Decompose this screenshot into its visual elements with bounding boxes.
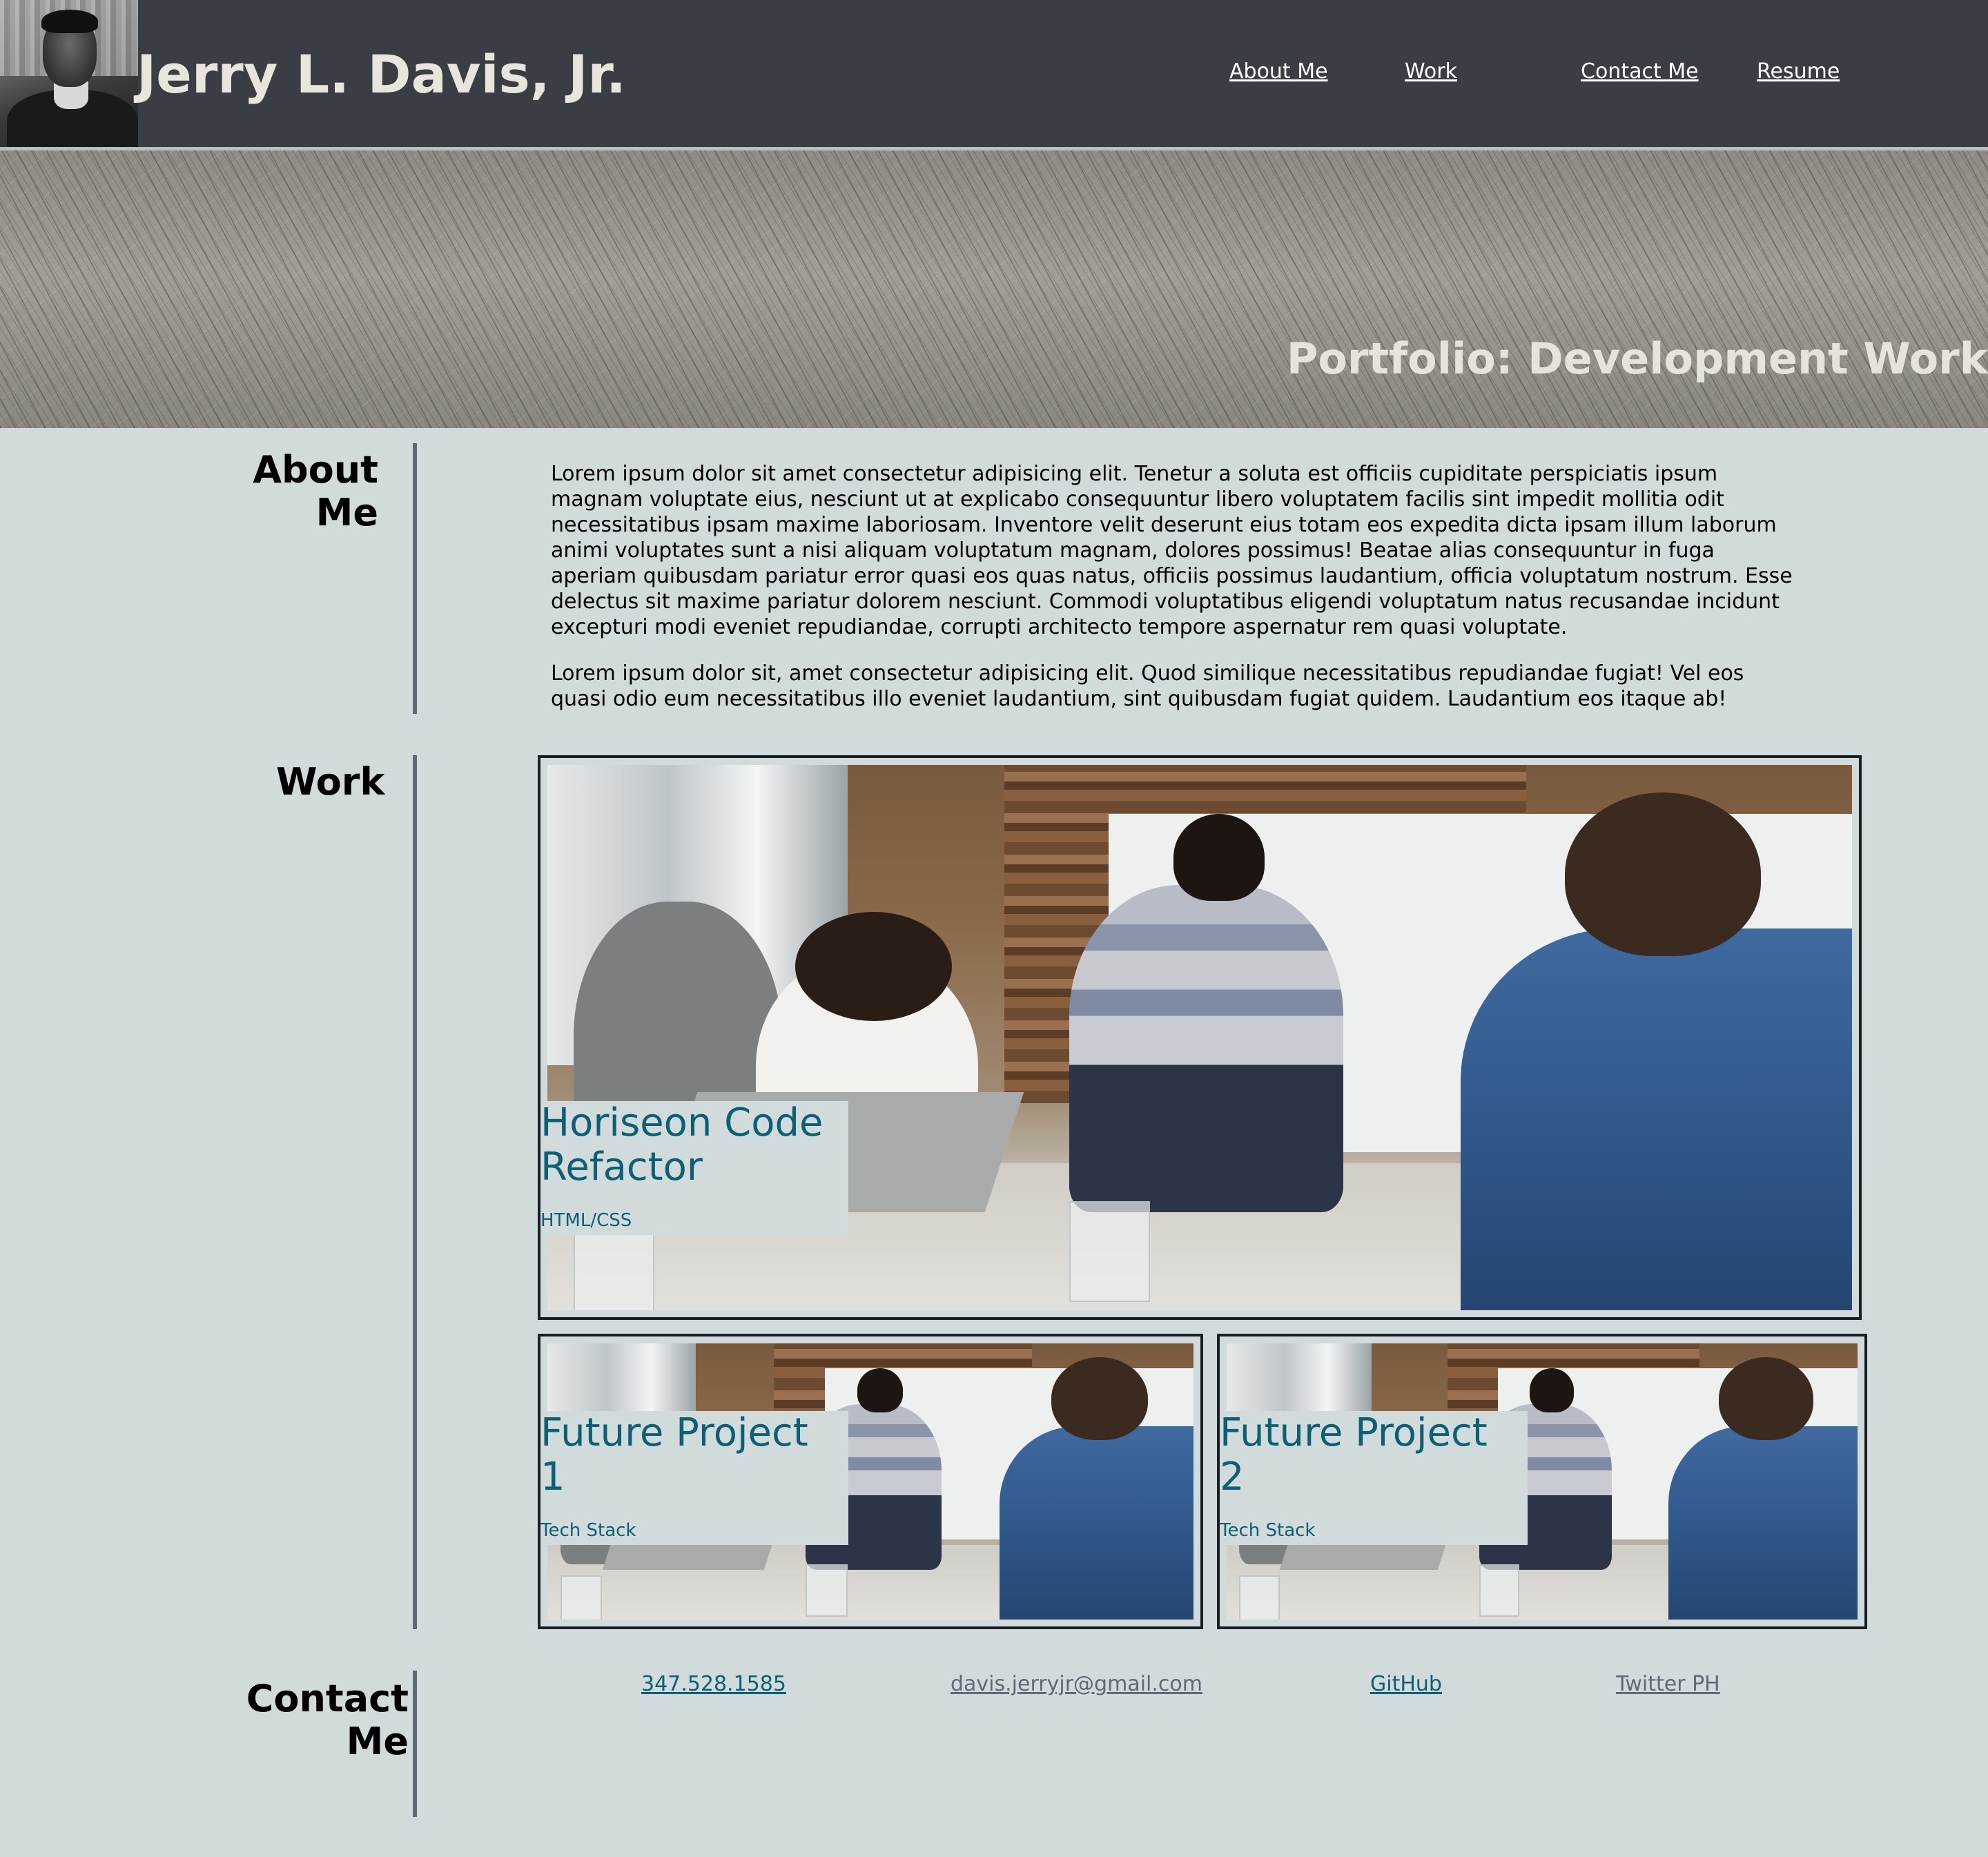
project-caption: Horiseon Code Refactor HTML/CSS: [540, 1101, 848, 1235]
project-tech-stack: HTML/CSS: [540, 1210, 632, 1231]
project-card-future-1[interactable]: Future Project 1 Tech Stack: [538, 1334, 1203, 1629]
about-paragraph-2: Lorem ipsum dolor sit, amet consectetur …: [551, 661, 1744, 711]
site-title: Jerry L. Davis, Jr.: [137, 43, 626, 105]
work-heading: Work: [276, 760, 385, 804]
about-divider: [413, 443, 417, 714]
project-card-future-2[interactable]: Future Project 2 Tech Stack: [1217, 1334, 1867, 1629]
nav-resume-link[interactable]: Resume: [1757, 58, 1840, 86]
work-divider: [413, 755, 417, 1629]
project-title: Future Project 2: [1220, 1410, 1488, 1499]
email-link[interactable]: davis.jerryjr@gmail.com: [951, 1671, 1202, 1698]
nav-about-me-link[interactable]: About Me: [1229, 58, 1328, 86]
project-tech-stack: Tech Stack: [540, 1520, 636, 1541]
project-title: Future Project 1: [540, 1410, 808, 1499]
hero-title: Portfolio: Development Work: [1286, 333, 1988, 384]
about-heading: About Me: [253, 448, 378, 534]
nav-work-link[interactable]: Work: [1405, 58, 1457, 86]
phone-link[interactable]: 347.528.1585: [641, 1671, 786, 1698]
project-caption: Future Project 2 Tech Stack: [1220, 1411, 1528, 1545]
hero-banner: Portfolio: Development Work: [0, 150, 1988, 428]
nav-contact-me-link[interactable]: Contact Me: [1581, 58, 1699, 86]
project-caption: Future Project 1 Tech Stack: [540, 1411, 848, 1545]
about-text: Lorem ipsum dolor sit amet consectetur a…: [551, 461, 1793, 732]
project-tech-stack: Tech Stack: [1220, 1520, 1316, 1541]
about-paragraph-1: Lorem ipsum dolor sit amet consectetur a…: [551, 462, 1793, 639]
contact-heading: Contact Me: [246, 1677, 409, 1763]
github-link[interactable]: GitHub: [1370, 1671, 1442, 1698]
twitter-link[interactable]: Twitter PH: [1616, 1671, 1720, 1698]
contact-divider: [413, 1671, 417, 1817]
project-title: Horiseon Code Refactor: [540, 1100, 824, 1189]
profile-photo: [0, 0, 138, 147]
project-card-horiseon[interactable]: Horiseon Code Refactor HTML/CSS: [538, 755, 1862, 1320]
site-header: Jerry L. Davis, Jr. About Me Work Contac…: [0, 0, 1988, 150]
